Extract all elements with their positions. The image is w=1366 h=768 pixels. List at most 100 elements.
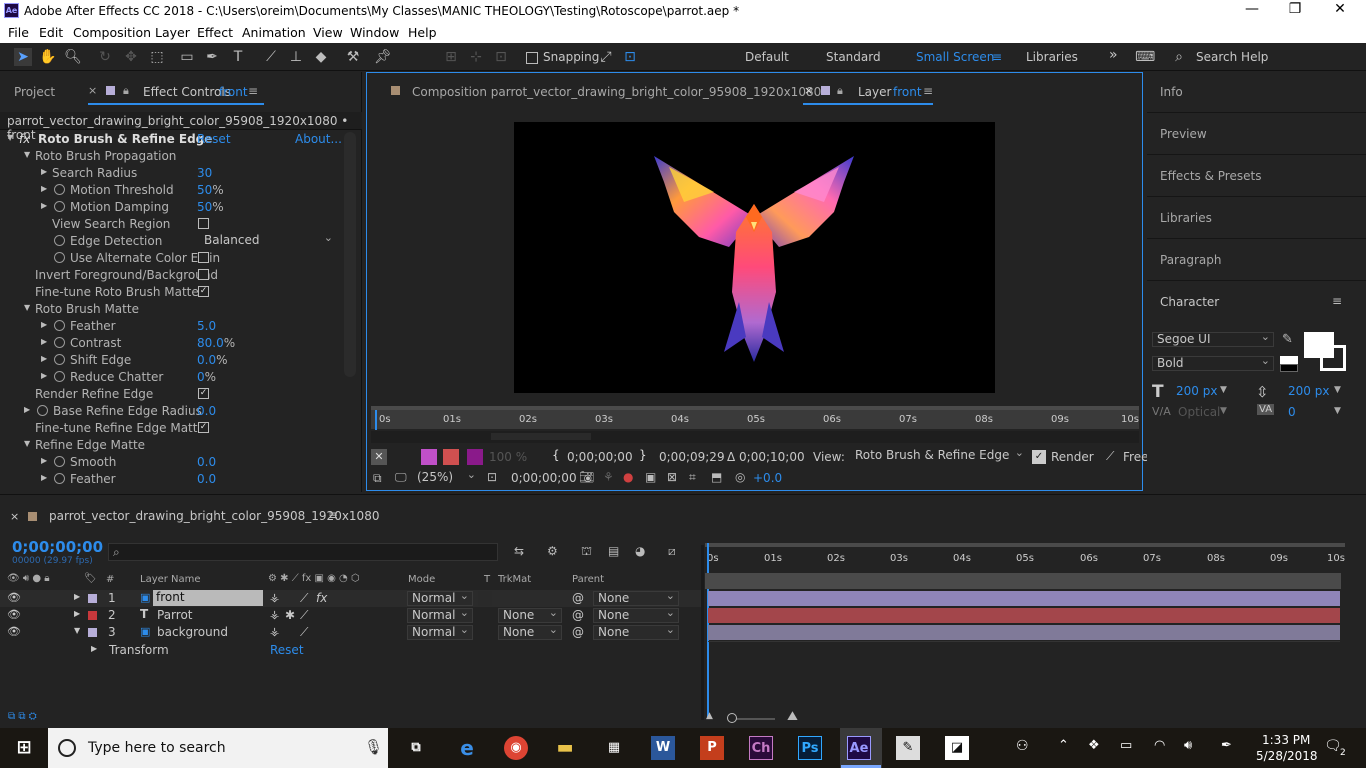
viewer-current-time[interactable]: 0;00;00;00 bbox=[511, 471, 577, 485]
stopwatch-icon[interactable] bbox=[37, 405, 48, 416]
task-view-icon[interactable]: ⧉ bbox=[404, 736, 428, 760]
wifi-icon[interactable]: ◠ bbox=[1154, 738, 1165, 753]
panel-effects-presets[interactable]: Effects & Presets bbox=[1160, 169, 1261, 183]
render-checkbox[interactable]: ✓ bbox=[1032, 450, 1046, 464]
selection-tool-icon[interactable]: ➤ bbox=[14, 48, 32, 66]
expand-triangle-icon[interactable]: ▶ bbox=[41, 201, 47, 210]
dropdown-arrow-icon[interactable]: ▼ bbox=[1220, 406, 1227, 416]
menu-view[interactable]: View bbox=[313, 25, 343, 40]
stopwatch-icon[interactable] bbox=[54, 235, 65, 246]
reset-exposure-icon[interactable]: ◎ bbox=[735, 470, 745, 484]
draft-3d-icon[interactable]: ⚙ bbox=[547, 544, 558, 558]
snap-edges-icon[interactable]: ⤢ bbox=[597, 48, 615, 66]
panel-menu-icon[interactable]: ≡ bbox=[328, 508, 338, 522]
stopwatch-icon[interactable] bbox=[54, 371, 65, 382]
menu-layer[interactable]: Layer bbox=[155, 25, 190, 40]
leading-value[interactable]: 200 px bbox=[1288, 384, 1329, 398]
shy-switch-icon[interactable]: ⚶ bbox=[270, 625, 279, 638]
mask-icon[interactable]: ⌗ bbox=[689, 470, 696, 485]
app-icon-10[interactable]: ◪ bbox=[945, 736, 969, 760]
mode-dropdown[interactable]: Normal bbox=[407, 606, 473, 623]
brush-tool-icon[interactable]: ⟋ bbox=[262, 48, 280, 66]
restore-button[interactable]: ❐ bbox=[1275, 1, 1315, 17]
mode-dropdown[interactable]: Normal bbox=[407, 623, 473, 640]
menu-composition[interactable]: Composition bbox=[73, 25, 151, 40]
tab-layer-name[interactable]: front bbox=[893, 85, 922, 99]
motion-blur-icon[interactable]: ◕ bbox=[635, 544, 645, 558]
param-value[interactable]: 50 bbox=[197, 200, 212, 214]
clock-date[interactable]: 5/28/2018 bbox=[1256, 749, 1318, 763]
panel-libraries[interactable]: Libraries bbox=[1160, 211, 1212, 225]
visibility-eye-icon[interactable]: 👁︎ bbox=[7, 625, 21, 638]
snapshot-icon[interactable]: 📷︎ bbox=[579, 470, 594, 484]
layer-row-background[interactable]: 👁︎ ▼ 3 ▣ background ⚶ ⟋ Normal None @ No… bbox=[0, 623, 702, 641]
work-area-bar[interactable] bbox=[371, 406, 1139, 410]
expand-triangle-icon[interactable]: ▶ bbox=[41, 167, 47, 176]
use-alternate-color-checkbox[interactable] bbox=[198, 252, 209, 263]
alpha-boundary-icon[interactable] bbox=[443, 449, 459, 465]
parent-dropdown[interactable]: None bbox=[593, 606, 679, 623]
pan-behind-tool-icon[interactable]: ⬚ bbox=[148, 48, 166, 66]
layer-canvas[interactable] bbox=[514, 122, 995, 393]
white-swatch-icon[interactable] bbox=[1280, 356, 1298, 364]
menu-effect[interactable]: Effect bbox=[197, 25, 233, 40]
layer-row-parrot[interactable]: 👁︎ ▶ 2 T Parrot ⚶ ✱ ⟋ Normal None @ None bbox=[0, 606, 702, 624]
fx-icon[interactable]: fx bbox=[19, 132, 30, 146]
calculator-icon[interactable]: ▦ bbox=[602, 736, 626, 760]
menu-edit[interactable]: Edit bbox=[39, 25, 63, 40]
camera-tool-icon[interactable]: ✥ bbox=[122, 48, 140, 66]
snap-features-icon[interactable]: ⊡ bbox=[621, 48, 639, 66]
dropdown-arrow-icon[interactable]: ▼ bbox=[1334, 406, 1341, 416]
workspace-menu-icon[interactable]: ≡ bbox=[992, 50, 1002, 64]
expand-triangle-icon[interactable]: ▶ bbox=[74, 592, 80, 601]
layer-name-field[interactable]: front bbox=[153, 590, 263, 606]
zoom-slider-handle[interactable] bbox=[727, 713, 737, 723]
parent-pickwhip-icon[interactable]: @ bbox=[572, 625, 584, 639]
exposure-value[interactable]: +0.0 bbox=[753, 471, 782, 485]
chrome-icon[interactable]: ◉ bbox=[504, 736, 528, 760]
windows-start-icon[interactable]: ⊞ bbox=[12, 736, 36, 760]
timeline-ruler[interactable]: 0s 01s 02s 03s 04s 05s 06s 07s 08s 09s 1… bbox=[705, 547, 1345, 569]
layer-switches-toggle-icon[interactable]: ⧉ ⧉ ⛭ bbox=[8, 711, 37, 722]
param-value[interactable]: 80.0 bbox=[197, 336, 224, 350]
scrollbar[interactable] bbox=[344, 132, 356, 377]
param-value[interactable]: 0.0 bbox=[197, 404, 216, 418]
param-value[interactable]: 50 bbox=[197, 183, 212, 197]
word-icon[interactable]: W bbox=[651, 736, 675, 760]
expand-triangle-icon[interactable]: ▶ bbox=[41, 473, 47, 482]
stopwatch-icon[interactable] bbox=[54, 337, 65, 348]
shy-layers-icon[interactable]: ⛫ bbox=[581, 544, 592, 560]
stopwatch-icon[interactable] bbox=[54, 320, 65, 331]
parent-dropdown[interactable]: None bbox=[593, 623, 679, 640]
render-refine-edge-checkbox[interactable]: ✓ bbox=[198, 388, 209, 399]
battery-icon[interactable]: ▭ bbox=[1120, 738, 1132, 753]
pen-icon[interactable]: ✒ bbox=[1221, 738, 1232, 753]
eraser-tool-icon[interactable]: ◆ bbox=[312, 48, 330, 66]
layer-row-front[interactable]: 👁︎ ▶ 1 ▣ front ⚶ ⟋ fx Normal @ None bbox=[0, 589, 702, 607]
collapse-triangle-icon[interactable]: ▼ bbox=[24, 303, 30, 312]
app-icon-9[interactable]: ✎ bbox=[896, 736, 920, 760]
collapse-switch-icon[interactable]: ✱ bbox=[285, 608, 295, 622]
zoom-out-icon[interactable]: ▲ bbox=[706, 711, 713, 721]
axis-view-icon[interactable]: ⊡ bbox=[492, 48, 510, 66]
preserve-transparency-toggle[interactable] bbox=[478, 591, 492, 606]
volume-icon[interactable]: 🔊︎ bbox=[1184, 738, 1192, 753]
layer-name[interactable]: Parrot bbox=[157, 608, 193, 622]
font-family-dropdown[interactable]: Segoe UI bbox=[1152, 330, 1274, 347]
show-hidden-icons[interactable]: ⌃ bbox=[1058, 738, 1069, 753]
close-tab-icon[interactable]: × bbox=[804, 84, 813, 97]
character-animator-icon[interactable]: Ch bbox=[749, 736, 773, 760]
minimize-button[interactable]: — bbox=[1232, 1, 1272, 17]
close-tab-icon[interactable]: × bbox=[88, 84, 97, 97]
shy-switch-icon[interactable]: ⚶ bbox=[270, 591, 279, 604]
monitor-icon[interactable]: 🖵︎ bbox=[395, 470, 407, 485]
file-explorer-icon[interactable]: ▬ bbox=[553, 736, 577, 760]
fine-tune-refine-edge-checkbox[interactable]: ✓ bbox=[198, 422, 209, 433]
workspace-standard[interactable]: Standard bbox=[826, 50, 881, 64]
expand-triangle-icon[interactable]: ▶ bbox=[41, 184, 47, 193]
lock-icon[interactable]: 🔒︎ bbox=[123, 84, 129, 98]
search-help-input[interactable]: Search Help bbox=[1196, 50, 1268, 64]
parent-pickwhip-icon[interactable]: @ bbox=[572, 591, 584, 605]
column-header-trkmat[interactable]: TrkMat bbox=[498, 574, 531, 585]
menu-animation[interactable]: Animation bbox=[242, 25, 306, 40]
